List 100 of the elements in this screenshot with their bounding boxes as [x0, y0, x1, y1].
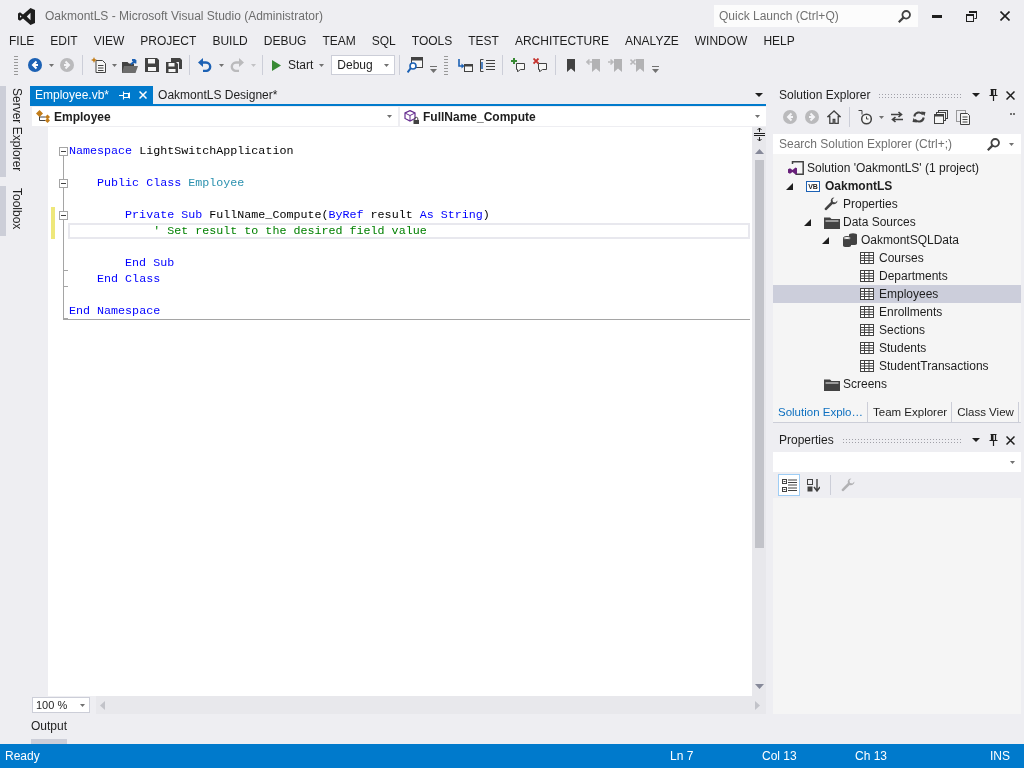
caret-icon [48, 63, 54, 67]
toolbar-grip[interactable] [14, 55, 18, 75]
save-all-icon [166, 57, 182, 73]
tree-item[interactable]: Students [773, 339, 1021, 357]
vertical-scrollbar[interactable] [752, 127, 766, 696]
clock-icon [858, 109, 872, 125]
redo-icon [230, 58, 244, 72]
menu-item[interactable]: ANALYZE [616, 32, 687, 50]
quick-launch-field[interactable]: Quick Launch (Ctrl+Q) [714, 5, 918, 27]
tree-item[interactable]: Departments [773, 267, 1021, 285]
splitter-icon[interactable] [753, 128, 765, 141]
close-icon[interactable] [1006, 435, 1015, 445]
scroll-thumb[interactable] [754, 160, 764, 548]
caret-icon[interactable] [972, 93, 980, 97]
database-icon [842, 233, 858, 247]
tree-item[interactable]: StudentTransactions [773, 357, 1021, 375]
overflow-caret-icon [651, 66, 659, 73]
search-field[interactable]: Search Solution Explorer (Ctrl+;) [773, 134, 1021, 154]
caret-icon [755, 115, 760, 118]
search-icon [987, 138, 1000, 151]
menu-item[interactable]: ARCHITECTURE [506, 32, 617, 50]
caret-icon [250, 63, 256, 67]
method-lock-icon [404, 109, 419, 124]
menu-item[interactable]: WINDOW [686, 32, 756, 50]
tree-item[interactable]: OakmontSQLData [773, 231, 1021, 249]
menu-item[interactable]: TOOLS [403, 32, 461, 50]
tree-item[interactable]: Data Sources [773, 213, 1021, 231]
documents-icon [956, 109, 970, 125]
panel-tab[interactable]: Class View [952, 402, 1019, 422]
menu-item[interactable]: TEST [460, 32, 507, 50]
caret-icon [80, 703, 85, 707]
type-dropdown[interactable]: Employee [32, 107, 398, 126]
menu-item[interactable]: SQL [363, 32, 404, 50]
close-icon[interactable] [1006, 90, 1015, 100]
refresh-icon [912, 110, 926, 124]
caret-icon [387, 115, 392, 118]
insert-mode: INS [990, 749, 1011, 763]
categorized-button[interactable] [778, 474, 800, 496]
caret-icon [318, 63, 324, 67]
configuration-dropdown[interactable]: Debug [331, 55, 396, 75]
tree-item[interactable]: Courses [773, 249, 1021, 267]
tree-item[interactable]: Sections [773, 321, 1021, 339]
tree-item[interactable]: Employees [773, 285, 1021, 303]
menu-item[interactable]: HELP [755, 32, 803, 50]
bookmark-x-icon [630, 58, 645, 72]
sort-icon [806, 478, 820, 492]
left-arrow-icon [28, 58, 42, 72]
tree-item[interactable]: Screens [773, 375, 1021, 393]
code-line: Public Class Employee [97, 175, 245, 191]
zoom-dropdown[interactable]: 100 % [32, 697, 90, 713]
expanded-arrow-icon[interactable] [822, 236, 829, 244]
undo-icon [198, 58, 212, 72]
menu-item[interactable]: PROJECT [132, 32, 205, 50]
class-icon [36, 110, 50, 123]
status-message: Ready [5, 749, 41, 763]
play-icon [272, 59, 281, 71]
tree-item[interactable]: Properties [773, 195, 1021, 213]
bookmark-left-arrow-icon [586, 58, 601, 72]
panel-tab[interactable]: Team Explorer [868, 402, 953, 422]
collapse-icon[interactable] [59, 178, 68, 188]
panel-title: Solution Explorer [779, 88, 871, 102]
collapse-icon[interactable] [59, 146, 68, 156]
start-button[interactable]: Start [267, 54, 317, 76]
bookmark-icon [567, 58, 576, 72]
caret-icon[interactable] [755, 93, 763, 97]
menu-item[interactable]: EDIT [42, 32, 86, 50]
find-icon [407, 57, 424, 73]
menu-item[interactable]: BUILD [204, 32, 256, 50]
table-icon [860, 306, 874, 318]
pin-icon[interactable] [989, 434, 998, 446]
wrench-icon [824, 197, 838, 211]
menu-item[interactable]: TEAM [314, 32, 364, 50]
solution-icon [788, 161, 804, 175]
tree-item[interactable]: Enrollments [773, 303, 1021, 321]
menu-item[interactable]: VIEW [85, 32, 133, 50]
table-icon [860, 360, 874, 372]
wrench-icon [841, 478, 855, 492]
search-icon [898, 10, 911, 23]
expanded-arrow-icon[interactable] [786, 182, 793, 190]
down-arrow-icon[interactable] [754, 684, 764, 689]
up-arrow-icon[interactable] [754, 149, 764, 154]
table-icon [860, 252, 874, 264]
menu-item[interactable]: DEBUG [255, 32, 315, 50]
menu-item[interactable]: FILE [1, 32, 43, 50]
collapse-icon[interactable] [59, 210, 68, 220]
table-icon [860, 288, 874, 300]
document-tab[interactable]: OakmontLS Designer* [153, 86, 284, 104]
side-tab[interactable]: Toolbox [0, 186, 27, 236]
member-dropdown[interactable]: FullName_Compute [400, 107, 766, 126]
right-arrow-icon [60, 58, 74, 72]
save-icon [145, 58, 159, 72]
expanded-arrow-icon[interactable] [804, 218, 811, 226]
stacked-windows-icon [934, 110, 948, 124]
panel-tab[interactable]: Solution Explo… [773, 402, 869, 422]
new-document-icon [90, 57, 106, 73]
code-line: End Sub [125, 255, 175, 271]
tree-item[interactable]: Solution 'OakmontLS' (1 project) [773, 159, 1021, 177]
caret-icon[interactable] [972, 438, 980, 442]
table-icon [860, 270, 874, 282]
pin-icon[interactable] [989, 89, 998, 101]
